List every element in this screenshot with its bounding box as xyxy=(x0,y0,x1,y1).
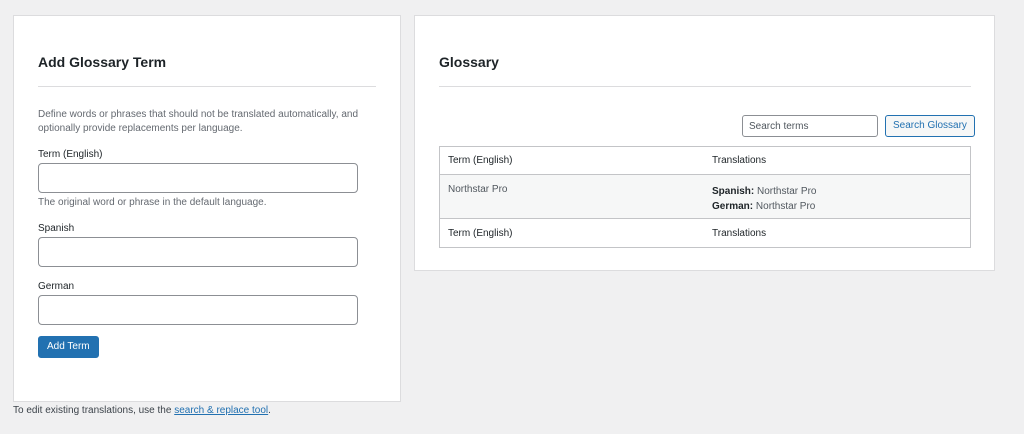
german-input[interactable] xyxy=(38,295,358,325)
search-glossary-button[interactable]: Search Glossary xyxy=(885,115,975,137)
term-help-text: The original word or phrase in the defau… xyxy=(38,197,267,208)
footer-prefix: To edit existing translations, use the xyxy=(13,405,175,416)
search-replace-link[interactable]: search & replace tool xyxy=(174,405,268,416)
column-header-term: Term (English) xyxy=(448,155,513,166)
glossary-title: Glossary xyxy=(439,54,499,70)
german-label: German xyxy=(38,281,75,292)
translation-language: Spanish: xyxy=(712,186,755,197)
glossary-search-input[interactable] xyxy=(742,115,878,137)
add-term-divider xyxy=(38,86,376,87)
translation-language: German: xyxy=(712,201,754,212)
translation-value: Northstar Pro xyxy=(757,186,817,197)
term-label: Term (English) xyxy=(38,149,103,160)
glossary-divider xyxy=(439,86,971,87)
add-term-button[interactable]: Add Term xyxy=(38,336,99,358)
footer-suffix: . xyxy=(268,405,271,416)
add-term-title: Add Glossary Term xyxy=(38,54,167,70)
column-footer-translations: Translations xyxy=(712,227,767,239)
table-header-row: Term (English) Translations xyxy=(440,147,970,175)
add-term-description: Define words or phrases that should not … xyxy=(38,109,358,134)
spanish-input[interactable] xyxy=(38,237,358,267)
footer-note: To edit existing translations, use the s… xyxy=(13,405,271,416)
column-footer-term: Term (English) xyxy=(448,227,513,239)
glossary-table: Term (English) Translations Northstar Pr… xyxy=(439,146,971,248)
table-row: Northstar Pro Spanish: Northstar Pro Ger… xyxy=(440,175,970,219)
glossary-panel: Glossary Search Glossary Term (English) … xyxy=(414,15,995,271)
term-cell: Northstar Pro xyxy=(448,184,508,195)
spanish-label: Spanish xyxy=(38,223,75,234)
translations-cell: Spanish: Northstar Pro German: Northstar… xyxy=(704,175,970,218)
translation-item: German: Northstar Pro xyxy=(712,199,970,214)
translation-value: Northstar Pro xyxy=(755,201,816,212)
add-term-panel: Add Glossary Term Define words or phrase… xyxy=(13,15,401,402)
column-header-translations: Translations xyxy=(712,155,767,166)
translation-item: Spanish: Northstar Pro xyxy=(712,184,970,199)
table-footer-row: Term (English) Translations xyxy=(440,219,970,247)
term-input[interactable] xyxy=(38,163,358,193)
